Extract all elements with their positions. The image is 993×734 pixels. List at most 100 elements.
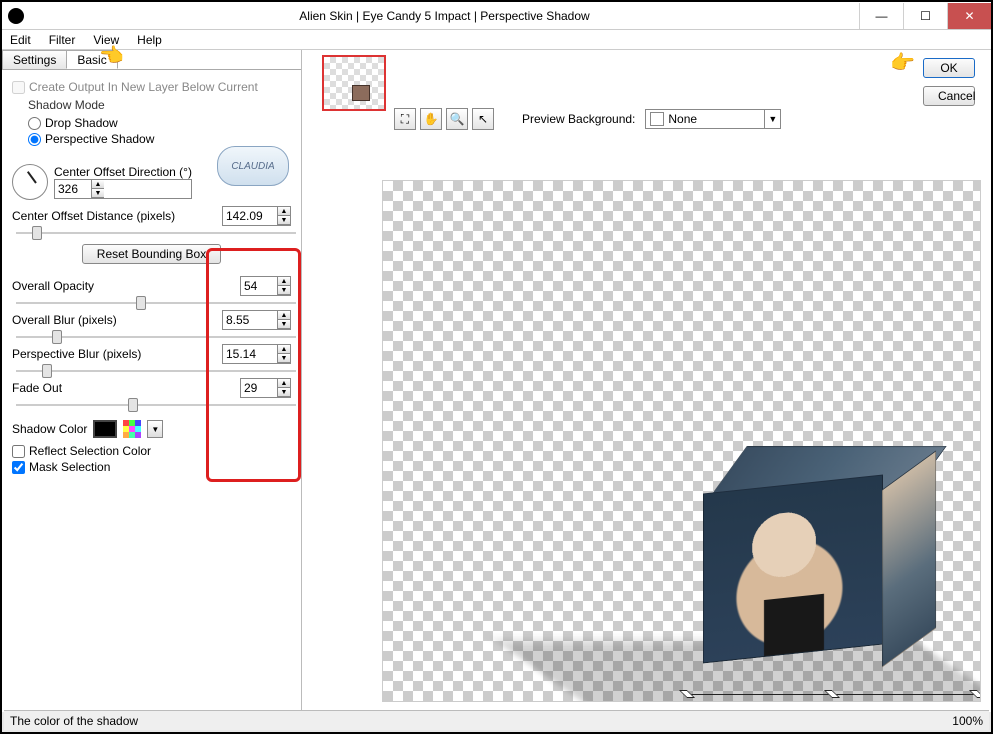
color-dropdown[interactable]: ▼ — [147, 420, 163, 438]
spin-down-icon[interactable]: ▼ — [278, 320, 290, 329]
reflect-label: Reflect Selection Color — [29, 444, 151, 458]
tool-row: ⛶ ✋ 🔍 ↖ Preview Background: None ▼ — [394, 108, 781, 130]
fade-label: Fade Out — [12, 381, 62, 395]
blur-slider[interactable] — [16, 336, 296, 338]
radio-drop[interactable] — [28, 117, 41, 130]
arrow-tool-icon[interactable]: ↖ — [472, 108, 494, 130]
shadow-color-row: Shadow Color ▼ — [12, 420, 291, 438]
menu-help[interactable]: Help — [137, 33, 162, 47]
spin-down-icon[interactable]: ▼ — [278, 216, 290, 225]
cube-image — [693, 446, 908, 646]
shadow-handles[interactable] — [664, 676, 981, 702]
opacity-row: Overall Opacity ▲▼ — [12, 276, 291, 296]
blur-row: Overall Blur (pixels) ▲▼ — [12, 310, 291, 330]
ok-button[interactable]: OK — [923, 58, 975, 78]
create-output-label: Create Output In New Layer Below Current — [29, 80, 258, 94]
distance-row: Center Offset Distance (pixels) ▲▼ — [12, 206, 291, 226]
left-panel: Settings Basic Create Output In New Laye… — [2, 50, 302, 712]
window-controls: — ☐ ✕ — [859, 3, 991, 29]
pblur-spinner[interactable]: ▲▼ — [222, 344, 291, 364]
panel-body: Create Output In New Layer Below Current… — [2, 70, 301, 484]
pblur-input[interactable] — [223, 345, 277, 363]
reset-bounding-box-button[interactable]: Reset Bounding Box — [82, 244, 221, 264]
opacity-input[interactable] — [241, 277, 277, 295]
close-button[interactable]: ✕ — [947, 3, 991, 29]
opacity-spinner[interactable]: ▲▼ — [240, 276, 291, 296]
shadow-color-swatch[interactable] — [93, 420, 117, 438]
reflect-row[interactable]: Reflect Selection Color — [12, 444, 291, 458]
mask-checkbox[interactable] — [12, 461, 25, 474]
radio-drop-row[interactable]: Drop Shadow — [28, 116, 291, 130]
preview-canvas[interactable] — [382, 180, 981, 702]
blur-spinner[interactable]: ▲▼ — [222, 310, 291, 330]
spin-up-icon[interactable]: ▲ — [278, 311, 290, 320]
spin-down-icon[interactable]: ▼ — [278, 286, 290, 295]
shadow-mode-group: Drop Shadow Perspective Shadow — [28, 116, 291, 146]
zoom-tool-icon[interactable]: 🔍 — [446, 108, 468, 130]
pblur-row: Perspective Blur (pixels) ▲▼ — [12, 344, 291, 364]
create-output-checkbox — [12, 81, 25, 94]
pblur-slider[interactable] — [16, 370, 296, 372]
fade-input[interactable] — [241, 379, 277, 397]
menu-edit[interactable]: Edit — [10, 33, 31, 47]
distance-spinner[interactable]: ▲▼ — [222, 206, 291, 226]
statusbar: The color of the shadow 100% — [4, 710, 989, 730]
spin-up-icon[interactable]: ▲ — [92, 180, 104, 189]
cancel-button[interactable]: Cancel — [923, 86, 975, 106]
pointer-hand-icon: 👉 — [100, 43, 125, 68]
menubar: Edit Filter View Help — [2, 30, 991, 50]
direction-sub: Center Offset Direction (°) ▲▼ — [54, 165, 192, 199]
claudia-badge: CLAUDIA — [217, 146, 289, 186]
distance-label: Center Offset Distance (pixels) — [12, 209, 175, 223]
tab-settings[interactable]: Settings — [2, 50, 67, 69]
titlebar: Alien Skin | Eye Candy 5 Impact | Perspe… — [2, 2, 991, 30]
spin-up-icon[interactable]: ▲ — [278, 277, 290, 286]
blur-label: Overall Blur (pixels) — [12, 313, 117, 327]
direction-input[interactable] — [55, 180, 91, 198]
window-title: Alien Skin | Eye Candy 5 Impact | Perspe… — [30, 9, 859, 23]
spin-down-icon[interactable]: ▼ — [92, 189, 104, 198]
create-output-row: Create Output In New Layer Below Current — [12, 80, 291, 94]
radio-persp[interactable] — [28, 133, 41, 146]
distance-input[interactable] — [223, 207, 277, 225]
opacity-slider[interactable] — [16, 302, 296, 304]
minimize-button[interactable]: — — [859, 3, 903, 29]
palette-icon[interactable] — [123, 420, 141, 438]
fade-row: Fade Out ▲▼ — [12, 378, 291, 398]
maximize-button[interactable]: ☐ — [903, 3, 947, 29]
fit-tool-icon[interactable]: ⛶ — [394, 108, 416, 130]
none-swatch-icon — [650, 112, 664, 126]
preview-bg-label: Preview Background: — [522, 112, 635, 126]
thumbnail-preview[interactable] — [322, 55, 386, 111]
blur-input[interactable] — [223, 311, 277, 329]
status-zoom: 100% — [952, 714, 983, 728]
spin-down-icon[interactable]: ▼ — [278, 388, 290, 397]
mask-row[interactable]: Mask Selection — [12, 460, 291, 474]
fade-slider[interactable] — [16, 404, 296, 406]
shadow-color-label: Shadow Color — [12, 422, 87, 436]
spin-up-icon[interactable]: ▲ — [278, 345, 290, 354]
spin-up-icon[interactable]: ▲ — [278, 379, 290, 388]
radio-persp-row[interactable]: Perspective Shadow — [28, 132, 291, 146]
spin-up-icon[interactable]: ▲ — [278, 207, 290, 216]
pblur-label: Perspective Blur (pixels) — [12, 347, 141, 361]
opacity-label: Overall Opacity — [12, 279, 94, 293]
right-area: ⛶ ✋ 🔍 ↖ Preview Background: None ▼ OK Ca… — [302, 50, 991, 712]
tab-bar: Settings Basic — [2, 50, 301, 70]
chevron-down-icon[interactable]: ▼ — [764, 110, 780, 128]
reset-row: Reset Bounding Box — [12, 244, 291, 264]
reflect-checkbox[interactable] — [12, 445, 25, 458]
fade-spinner[interactable]: ▲▼ — [240, 378, 291, 398]
hand-tool-icon[interactable]: ✋ — [420, 108, 442, 130]
distance-slider[interactable] — [16, 232, 296, 234]
pointer-hand-icon: 👉 — [890, 50, 915, 75]
ok-cancel-group: OK Cancel — [923, 58, 975, 106]
app-icon — [8, 8, 24, 24]
direction-knob[interactable] — [12, 164, 48, 200]
spin-down-icon[interactable]: ▼ — [278, 354, 290, 363]
radio-drop-label: Drop Shadow — [45, 116, 118, 130]
menu-filter[interactable]: Filter — [49, 33, 76, 47]
preview-bg-select[interactable]: None ▼ — [645, 109, 781, 129]
direction-spinner[interactable]: ▲▼ — [54, 179, 192, 199]
radio-persp-label: Perspective Shadow — [45, 132, 154, 146]
